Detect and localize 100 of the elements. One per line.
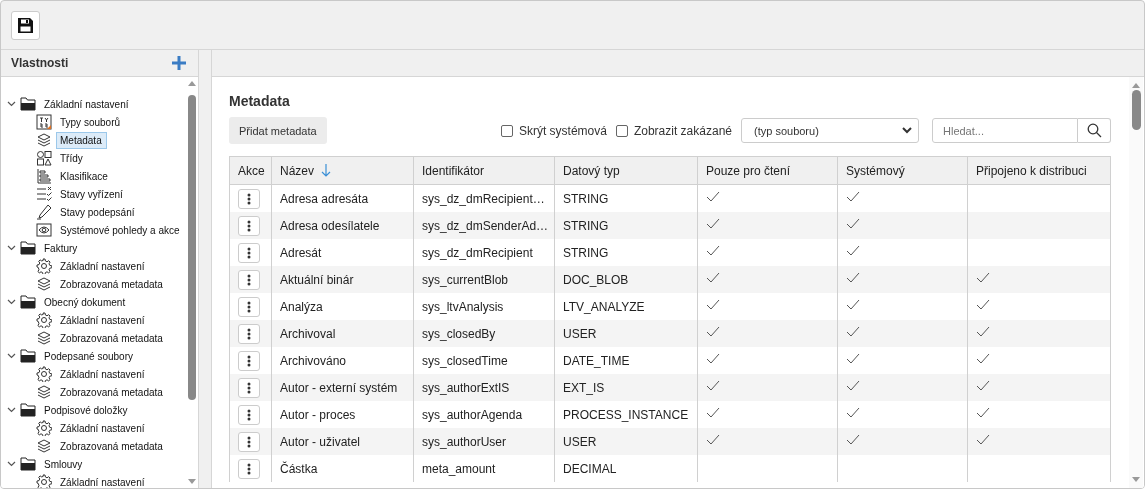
row-actions-button[interactable] — [238, 458, 260, 479]
chevron-down-icon[interactable] — [7, 461, 16, 467]
row-actions-button[interactable] — [238, 242, 260, 263]
tree-item[interactable]: Základní nastavení — [40, 95, 134, 113]
tree-item[interactable]: Systémové pohledy a akce — [56, 221, 185, 239]
plus-icon[interactable] — [172, 56, 186, 70]
row-actions-button[interactable] — [238, 404, 260, 425]
checkbox[interactable] — [500, 124, 513, 137]
row-actions-button[interactable] — [238, 350, 260, 371]
table-cell: STRING — [563, 191, 609, 206]
row-actions-button[interactable] — [238, 188, 260, 209]
table-cell: DATE_TIME — [563, 353, 630, 368]
row-actions-button[interactable] — [238, 269, 260, 290]
table-cell: STRING — [563, 245, 609, 260]
table-cell: Autor - externí systém — [280, 380, 398, 395]
table-cell: Adresát — [280, 245, 322, 260]
search-field[interactable]: Hledat... — [932, 118, 1078, 143]
section-title: Metadata — [229, 93, 291, 109]
file-type-select[interactable]: (typ souboru) — [741, 118, 919, 143]
scrollbar-thumb[interactable] — [188, 95, 196, 400]
column-header[interactable]: Název — [280, 163, 314, 178]
table-cell: Adresa odesílatele — [280, 218, 380, 233]
checklist-icon — [36, 186, 52, 202]
tree-item[interactable]: Základní nastavení — [56, 473, 150, 488]
tree-item[interactable]: Zobrazovaná metadata — [56, 275, 168, 293]
gear-icon — [36, 474, 52, 488]
scrollbar-thumb[interactable] — [1131, 90, 1141, 130]
search-button[interactable] — [1078, 118, 1111, 143]
tree-item[interactable]: Zobrazovaná metadata — [56, 383, 168, 401]
tree-item[interactable]: Typy souborů — [56, 113, 126, 131]
tree-item[interactable]: Stavy vyřízení — [56, 185, 128, 203]
folder-icon — [20, 349, 36, 363]
chevron-down-icon[interactable] — [7, 299, 16, 305]
layers-icon — [36, 330, 52, 346]
tree-item[interactable]: Podpisové doložky — [40, 401, 133, 419]
more-vertical-icon — [247, 435, 251, 448]
layers-icon — [36, 438, 52, 454]
checkbox[interactable] — [615, 124, 628, 137]
row-actions-button[interactable] — [238, 431, 260, 452]
tree-item[interactable]: Základní nastavení — [56, 365, 150, 383]
table-cell: Autor - proces — [280, 407, 356, 422]
tree-item[interactable]: Metadata — [56, 131, 107, 149]
tree-item[interactable]: Faktury — [40, 239, 83, 257]
table-cell: PROCESS_INSTANCE — [563, 407, 689, 422]
folder-icon — [20, 457, 36, 471]
tree-item[interactable]: Zobrazovaná metadata — [56, 437, 168, 455]
tree-item[interactable]: Základní nastavení — [56, 257, 150, 275]
tree-item[interactable]: Základní nastavení — [56, 419, 150, 437]
table-cell: Analýza — [280, 299, 323, 314]
chevron-down-icon[interactable] — [7, 245, 16, 251]
gear-icon — [36, 258, 52, 274]
tree-item[interactable]: Základní nastavení — [56, 311, 150, 329]
search-icon — [1086, 123, 1102, 138]
more-vertical-icon — [247, 219, 251, 232]
more-vertical-icon — [247, 462, 251, 475]
more-vertical-icon — [247, 192, 251, 205]
table-cell: USER — [563, 326, 597, 341]
tree-item[interactable]: Zobrazovaná metadata — [56, 329, 168, 347]
row-actions-button[interactable] — [238, 215, 260, 236]
chevron-down-icon — [902, 127, 912, 134]
more-vertical-icon — [247, 408, 251, 421]
table-cell: Archivoval — [280, 326, 336, 341]
row-actions-button[interactable] — [238, 323, 260, 344]
table-cell: DOC_BLOB — [563, 272, 629, 287]
table-cell: sys_closedTime — [422, 353, 508, 368]
table-cell: sys_dz_dmSenderAd… — [422, 218, 549, 233]
tree-item[interactable]: Třídy — [56, 149, 88, 167]
scroll-down-icon[interactable] — [1132, 477, 1140, 482]
table-cell: USER — [563, 434, 597, 449]
table-cell: sys_currentBlob — [422, 272, 509, 287]
shapes-icon — [36, 150, 52, 166]
table-cell: Archivováno — [280, 353, 347, 368]
tree-item[interactable]: Obecný dokument — [40, 293, 131, 311]
table-cell: sys_dz_dmRecipient — [422, 245, 533, 260]
chevron-down-icon[interactable] — [7, 353, 16, 359]
tree-item[interactable]: Smlouvy — [40, 455, 88, 473]
table-cell: Adresa adresáta — [280, 191, 369, 206]
table-cell: STRING — [563, 218, 609, 233]
chevron-down-icon[interactable] — [7, 407, 16, 413]
gear-icon — [36, 366, 52, 382]
arrow-down-icon[interactable] — [321, 163, 332, 177]
more-vertical-icon — [247, 354, 251, 367]
folder-icon — [20, 403, 36, 417]
table-cell: EXT_IS — [563, 380, 605, 395]
row-actions-button[interactable] — [238, 377, 260, 398]
tree-item[interactable]: Podepsané soubory — [40, 347, 138, 365]
checkbox-label: Skrýt systémová — [518, 123, 607, 138]
table-cell: LTV_ANALYZE — [563, 299, 645, 314]
table-cell: sys_authorUser — [422, 434, 507, 449]
row-actions-button[interactable] — [238, 296, 260, 317]
tree-item[interactable]: Stavy podepsání — [56, 203, 140, 221]
add-metadata-button[interactable]: Přidat metadata — [229, 117, 327, 144]
folder-icon — [20, 241, 36, 255]
table-cell: Částka — [280, 461, 318, 476]
table-cell: sys_ltvAnalysis — [422, 299, 504, 314]
chevron-down-icon[interactable] — [7, 101, 16, 107]
save-button[interactable] — [11, 10, 40, 40]
tree-item[interactable]: Klasifikace — [56, 167, 113, 185]
table-cell: Autor - uživatel — [280, 434, 361, 449]
more-vertical-icon — [247, 381, 251, 394]
